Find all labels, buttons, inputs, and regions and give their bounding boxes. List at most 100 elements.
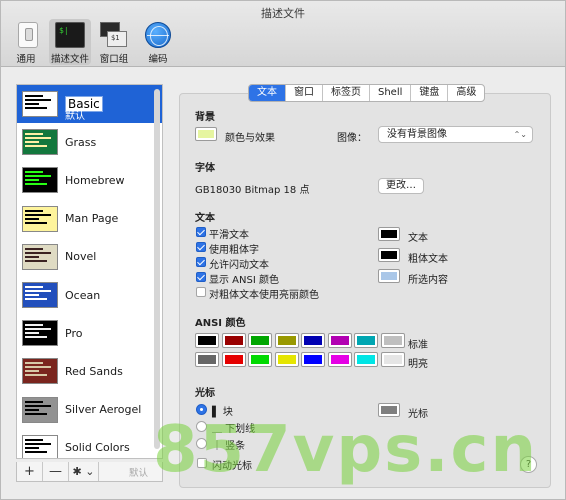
ansi-color-well[interactable] xyxy=(221,352,246,367)
text-section-title: 文本 xyxy=(195,213,215,224)
text-option-label: 允许闪动文本 xyxy=(209,260,269,271)
cursor-style-label: ▌ 块 xyxy=(212,407,233,418)
profile-preview-thumbnail xyxy=(22,167,58,194)
text-option-label: 对粗体文本使用亮丽颜色 xyxy=(209,290,319,301)
remove-profile-button[interactable]: — xyxy=(43,462,69,481)
profile-list[interactable]: Basic 默认 Grass Homebrew Man Page Novel Ocean Pr… xyxy=(16,84,163,459)
profile-item[interactable]: Red Sands xyxy=(17,352,162,390)
background-color-well[interactable] xyxy=(195,127,217,141)
profile-preview-thumbnail xyxy=(22,396,58,423)
text-color-label: 粗体文本 xyxy=(408,254,448,265)
background-image-label: 图像： xyxy=(337,133,367,144)
ansi-color-well[interactable] xyxy=(354,352,378,367)
profile-item[interactable]: Man Page xyxy=(17,200,162,238)
profiles-icon xyxy=(55,22,85,48)
profile-name: Ocean xyxy=(65,288,101,302)
text-option-checkbox[interactable] xyxy=(196,257,206,267)
profile-item[interactable]: Solid Colors xyxy=(17,429,162,458)
font-value: GB18030 Bitmap 18 点 xyxy=(195,185,310,196)
cursor-color-label: 光标 xyxy=(408,409,428,420)
profile-item[interactable]: Pro xyxy=(17,314,162,352)
tab-4[interactable]: 键盘 xyxy=(411,85,449,101)
cursor-style-radio[interactable] xyxy=(196,438,207,449)
profile-preview-thumbnail xyxy=(22,434,58,458)
settings-tabs: 文本 窗口 标签页 Shell 键盘 高级 xyxy=(248,84,486,102)
profile-name: Red Sands xyxy=(65,364,123,378)
text-color-label: 所选内容 xyxy=(408,275,448,286)
tab-3[interactable]: Shell xyxy=(370,85,412,101)
preferences-toolbar: 通用 描述文件 窗口组 编码 xyxy=(5,19,179,65)
ansi-color-well[interactable] xyxy=(380,352,405,367)
ansi-color-well[interactable] xyxy=(248,352,272,367)
profile-name: Homebrew xyxy=(65,173,125,187)
text-color-well[interactable] xyxy=(378,248,400,262)
ansi-color-well[interactable] xyxy=(380,333,405,348)
add-profile-button[interactable]: + xyxy=(17,462,43,481)
toolbar-general[interactable]: 通用 xyxy=(5,19,47,65)
profile-item[interactable]: Grass xyxy=(17,123,162,161)
text-option-label: 平滑文本 xyxy=(209,230,249,241)
cursor-style-radio[interactable] xyxy=(196,421,207,432)
profile-preview-thumbnail xyxy=(22,243,58,270)
profile-preview-thumbnail xyxy=(22,320,58,347)
ansi-color-well[interactable] xyxy=(248,333,272,348)
blink-cursor-checkbox[interactable] xyxy=(197,458,207,468)
ansi-color-well[interactable] xyxy=(274,352,299,367)
ansi-color-well[interactable] xyxy=(327,333,352,348)
ansi-color-well[interactable] xyxy=(195,352,219,367)
ansi-color-well[interactable] xyxy=(221,333,246,348)
background-section-title: 背景 xyxy=(195,112,215,123)
profile-item[interactable]: Novel xyxy=(17,238,162,276)
toolbar-general-label: 通用 xyxy=(16,54,36,65)
cursor-color-well[interactable] xyxy=(378,403,400,417)
tab-1[interactable]: 窗口 xyxy=(286,85,323,101)
titlebar: 描述文件 通用 描述文件 窗口组 编码 xyxy=(1,1,565,67)
change-font-button[interactable]: 更改… xyxy=(378,178,424,194)
ansi-color-well[interactable] xyxy=(301,333,325,348)
text-option-label: 使用粗体字 xyxy=(209,245,259,256)
cursor-style-label: ｜ 竖条 xyxy=(212,441,246,452)
toolbar-profiles[interactable]: 描述文件 xyxy=(49,19,91,65)
toolbar-encoding[interactable]: 编码 xyxy=(137,19,179,65)
general-icon xyxy=(17,22,38,48)
profile-item[interactable]: Ocean xyxy=(17,276,162,314)
text-option-checkbox[interactable] xyxy=(196,272,206,282)
ansi-color-well[interactable] xyxy=(274,333,299,348)
text-option-checkbox[interactable] xyxy=(196,227,206,237)
ansi-color-well[interactable] xyxy=(195,333,219,348)
text-color-well[interactable] xyxy=(378,269,400,283)
ansi-color-well[interactable] xyxy=(354,333,378,348)
cursor-style-radio[interactable] xyxy=(196,404,207,415)
profile-name: Solid Colors xyxy=(65,441,130,455)
chevron-updown-icon: ⌃⌄ xyxy=(513,130,527,139)
profile-default-badge: 默认 xyxy=(65,111,85,122)
tab-5[interactable]: 高级 xyxy=(448,85,484,101)
toolbar-window-groups[interactable]: 窗口组 xyxy=(93,19,135,65)
profile-item[interactable]: Basic 默认 xyxy=(17,85,162,124)
profile-name: Grass xyxy=(65,135,97,149)
text-option-checkbox[interactable] xyxy=(196,242,206,252)
profile-item[interactable]: Homebrew xyxy=(17,161,162,199)
background-image-select[interactable]: 没有背景图像 ⌃⌄ xyxy=(378,126,533,143)
ansi-bright-label: 明亮 xyxy=(408,359,428,370)
profile-item[interactable]: Silver Aerogel xyxy=(17,391,162,429)
profile-list-toolbar: + — ✱ ⌄ 默认 xyxy=(16,462,163,482)
toolbar-profiles-label: 描述文件 xyxy=(50,54,89,65)
profile-name: Novel xyxy=(65,250,97,264)
blink-cursor-label: 闪动光标 xyxy=(212,461,252,472)
toolbar-encoding-label: 编码 xyxy=(148,54,168,65)
tab-0[interactable]: 文本 xyxy=(249,85,286,101)
text-option-label: 显示 ANSI 颜色 xyxy=(209,275,279,286)
ansi-color-well[interactable] xyxy=(327,352,352,367)
tab-2[interactable]: 标签页 xyxy=(323,85,370,101)
ansi-color-well[interactable] xyxy=(301,352,325,367)
set-default-button[interactable]: 默认 xyxy=(129,465,148,479)
help-button[interactable]: ? xyxy=(520,456,537,473)
ansi-normal-label: 标准 xyxy=(408,340,428,351)
background-color-label: 颜色与效果 xyxy=(225,133,275,144)
profile-actions-gear-button[interactable]: ✱ ⌄ xyxy=(69,462,99,481)
text-option-checkbox[interactable] xyxy=(196,287,206,297)
profile-list-scrollbar[interactable] xyxy=(154,89,160,449)
profile-preview-thumbnail xyxy=(22,91,58,118)
text-color-well[interactable] xyxy=(378,227,400,241)
